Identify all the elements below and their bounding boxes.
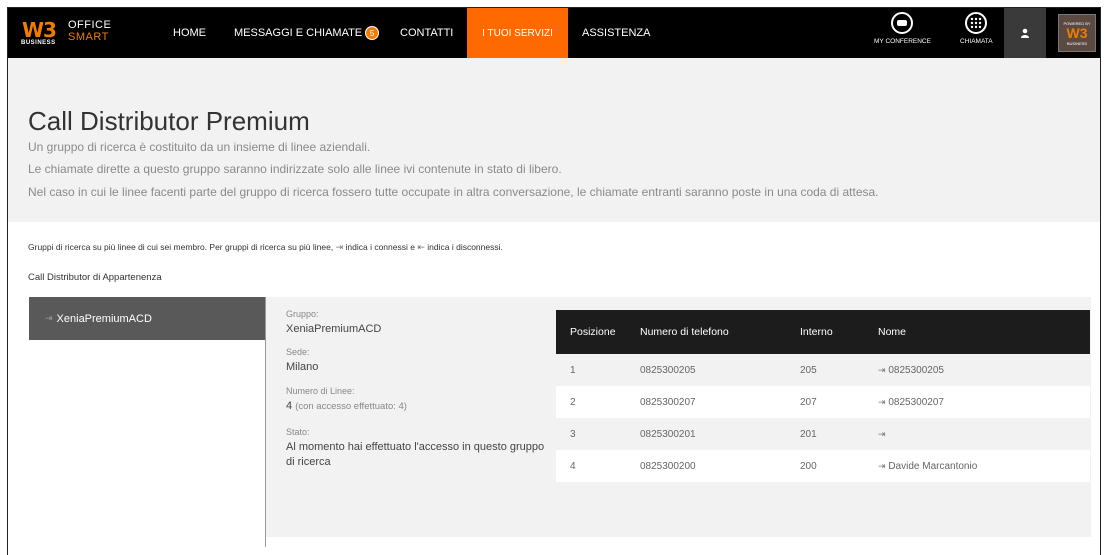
nav-messaggi-e-chiamate[interactable]: MESSAGGI E CHIAMATE 5 bbox=[234, 8, 380, 58]
nav-messaggi-label: MESSAGGI E CHIAMATE bbox=[234, 27, 363, 39]
info-legend: Gruppi di ricerca su più linee di cui se… bbox=[28, 242, 503, 253]
sede-value: Milano bbox=[286, 361, 319, 373]
table-row: 4 0825300200 200 ⇥ Davide Marcantonio bbox=[556, 450, 1090, 482]
nav-home[interactable]: HOME bbox=[173, 8, 206, 58]
powered-by-logo: POWERED BY W3 BUSINESS bbox=[1058, 14, 1096, 52]
messages-count-badge: 5 bbox=[365, 26, 380, 40]
linee-label: Numero di Linee: bbox=[286, 386, 355, 396]
linee-extra: (con accesso effettuato: 4) bbox=[295, 401, 407, 412]
login-arrow-icon: ⇥ bbox=[878, 396, 886, 407]
cell-posizione: 2 bbox=[556, 386, 626, 418]
col-header-interno: Interno bbox=[786, 310, 864, 354]
login-arrow-icon: ⇥ bbox=[45, 313, 53, 323]
table-row: 3 0825300201 201 ⇥ bbox=[556, 418, 1090, 450]
conference-icon bbox=[891, 12, 914, 34]
login-arrow-icon: ⇥ bbox=[878, 428, 886, 439]
office-smart-logo[interactable]: W3 BUSINESS OFFICE SMART bbox=[18, 15, 138, 51]
login-arrow-icon: ⇥ bbox=[878, 364, 886, 375]
w3-logo: W3 bbox=[22, 18, 57, 42]
cell-numero: 0825300200 bbox=[626, 450, 786, 482]
stato-label: Stato: bbox=[286, 427, 310, 437]
cell-interno: 200 bbox=[786, 450, 864, 482]
table-row: 1 0825300205 205 ⇥ 0825300205 bbox=[556, 354, 1090, 386]
member-name: 0825300205 bbox=[888, 364, 944, 376]
col-header-posizione: Posizione bbox=[556, 310, 626, 354]
cell-nome: ⇥ bbox=[864, 418, 1090, 450]
info-text-1: Gruppi di ricerca su più linee di cui se… bbox=[28, 242, 334, 252]
cell-numero: 0825300207 bbox=[626, 386, 786, 418]
page-header: Call Distributor Premium Un gruppo di ri… bbox=[8, 58, 1100, 222]
col-header-nome: Nome bbox=[864, 310, 1090, 354]
table-header-row: Posizione Numero di telefono Interno Nom… bbox=[556, 310, 1090, 354]
login-arrow-icon: ⇥ bbox=[335, 242, 344, 252]
gruppo-label: Gruppo: bbox=[286, 309, 319, 319]
cell-posizione: 1 bbox=[556, 354, 626, 386]
description-line-2: Le chiamate dirette a questo gruppo sara… bbox=[28, 162, 562, 176]
linee-value-row: 4 (con accesso effettuato: 4) bbox=[286, 399, 556, 414]
member-name: Davide Marcantonio bbox=[888, 460, 978, 472]
group-name: XeniaPremiumACD bbox=[56, 312, 152, 325]
member-name: 0825300207 bbox=[888, 396, 944, 408]
stato-value: Al momento hai effettuato l'accesso in q… bbox=[286, 441, 545, 468]
cell-numero: 0825300201 bbox=[626, 418, 786, 450]
cell-numero: 0825300205 bbox=[626, 354, 786, 386]
office-label: OFFICE bbox=[68, 19, 112, 31]
description-line-1: Un gruppo di ricerca è costituito da un … bbox=[28, 140, 371, 154]
members-table: Posizione Numero di telefono Interno Nom… bbox=[556, 310, 1090, 482]
section-subtitle: Call Distributor di Appartenenza bbox=[28, 272, 162, 283]
powered-business-label: BUSINESS bbox=[1066, 40, 1088, 46]
cell-interno: 201 bbox=[786, 418, 864, 450]
sede-label: Sede: bbox=[286, 347, 310, 357]
powered-w3-logo: W3 bbox=[1066, 24, 1088, 41]
app-frame: W3 BUSINESS OFFICE SMART HOME MESSAGGI E… bbox=[7, 7, 1101, 555]
cell-interno: 205 bbox=[786, 354, 864, 386]
description-line-3: Nel caso in cui le linee facenti parte d… bbox=[28, 185, 879, 199]
cell-nome: ⇥ Davide Marcantonio bbox=[864, 450, 1090, 482]
linee-count: 4 bbox=[286, 400, 293, 412]
cell-interno: 207 bbox=[786, 386, 864, 418]
my-conference-button[interactable]: MY CONFERENCE bbox=[874, 12, 931, 45]
keypad-icon bbox=[965, 12, 988, 34]
user-icon bbox=[1021, 28, 1029, 38]
nav-assistenza[interactable]: ASSISTENZA bbox=[582, 8, 650, 58]
nav-contatti[interactable]: CONTATTI bbox=[400, 8, 453, 58]
user-menu-button[interactable] bbox=[1004, 8, 1046, 58]
group-detail-panel: Gruppo: XeniaPremiumACD Sede: Milano Num… bbox=[266, 297, 1091, 537]
business-label: BUSINESS bbox=[21, 40, 56, 46]
info-text-3: indica i disconnessi. bbox=[427, 242, 503, 252]
gruppo-value: XeniaPremiumACD bbox=[286, 323, 382, 335]
cell-posizione: 4 bbox=[556, 450, 626, 482]
page-title: Call Distributor Premium bbox=[28, 106, 310, 136]
top-navbar: W3 BUSINESS OFFICE SMART HOME MESSAGGI E… bbox=[8, 8, 1100, 58]
my-conference-label: MY CONFERENCE bbox=[874, 38, 931, 45]
col-header-numero: Numero di telefono bbox=[626, 310, 786, 354]
smart-label: SMART bbox=[68, 31, 109, 43]
cell-posizione: 3 bbox=[556, 418, 626, 450]
group-list-item-selected[interactable]: ⇥ XeniaPremiumACD bbox=[29, 297, 266, 340]
cell-nome: ⇥ 0825300205 bbox=[864, 354, 1090, 386]
nav-i-tuoi-servizi[interactable]: I TUOI SERVIZI bbox=[467, 8, 568, 58]
info-text-2: indica i connessi e bbox=[345, 242, 415, 252]
chiamata-label: CHIAMATA bbox=[960, 38, 993, 45]
logout-arrow-icon: ⇤ bbox=[417, 242, 425, 252]
chiamata-button[interactable]: CHIAMATA bbox=[960, 12, 993, 45]
cell-nome: ⇥ 0825300207 bbox=[864, 386, 1090, 418]
table-row: 2 0825300207 207 ⇥ 0825300207 bbox=[556, 386, 1090, 418]
login-arrow-icon: ⇥ bbox=[878, 460, 886, 471]
